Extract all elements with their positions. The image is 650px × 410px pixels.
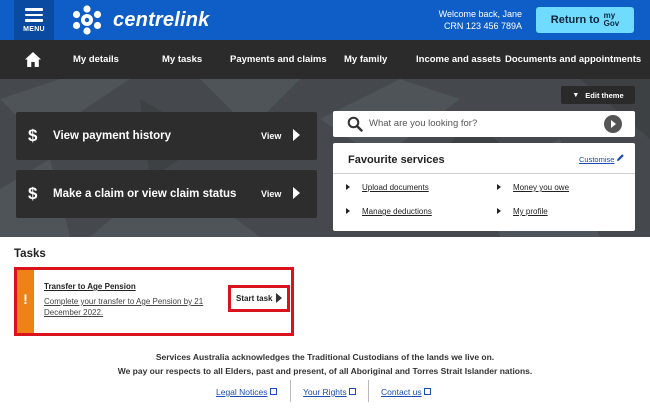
acknowledgement-of-country: Services Australia acknowledges the Trad… (0, 350, 650, 378)
external-link-icon (348, 388, 356, 395)
nav-income-and-assets[interactable]: Income and assets (416, 40, 501, 79)
fav-link-my-profile[interactable]: My profile (513, 207, 548, 216)
ack-line-2: We pay our respects to all Elders, past … (117, 366, 533, 376)
centrelink-star-logo-icon (72, 5, 102, 35)
nav-payments-and-claims[interactable]: Payments and claims (230, 40, 327, 79)
view-link[interactable]: View (261, 189, 281, 199)
view-link[interactable]: View (261, 131, 281, 141)
dollar-icon: $ (28, 184, 38, 203)
ack-line-1: Services Australia acknowledges the Trad… (155, 352, 495, 362)
nav-documents-and-appointments[interactable]: Documents and appointments (505, 40, 641, 79)
home-icon[interactable] (24, 51, 42, 68)
arrow-right-icon (293, 187, 300, 199)
arrow-right-icon (276, 293, 282, 303)
footer-divider (290, 380, 291, 402)
hamburger-icon (25, 8, 43, 11)
brand-name[interactable]: centrelink (113, 9, 209, 32)
external-link-icon (269, 388, 277, 395)
bullet-icon (346, 184, 350, 190)
welcome-text: Welcome back, Jane CRN 123 456 789A (439, 8, 522, 32)
task-status-stripe: ! (17, 270, 34, 333)
welcome-line: Welcome back, Jane (438, 9, 522, 19)
start-task-label: Start task (236, 294, 273, 303)
bullet-icon (497, 184, 501, 190)
external-link-icon (423, 388, 431, 395)
footer-link-contact-us[interactable]: Contact us (381, 387, 431, 397)
favourite-services-panel: Favourite services Customise Upload docu… (333, 143, 635, 231)
edit-theme-label: Edit theme (585, 90, 624, 100)
task-description[interactable]: Complete your transfer to Age Pension by… (44, 296, 204, 318)
mygov-logo-icon: my Gov (603, 11, 620, 28)
return-label: Return to (550, 14, 600, 26)
footer-link-your-rights[interactable]: Your Rights (303, 387, 356, 397)
search-input[interactable]: What are you looking for? (333, 111, 635, 137)
alert-icon: ! (23, 291, 28, 307)
fav-link-manage-deductions[interactable]: Manage deductions (362, 207, 432, 216)
divider (333, 173, 635, 174)
main-nav: My details My tasks Payments and claims … (0, 40, 650, 79)
bullet-icon (346, 208, 350, 214)
nav-my-tasks[interactable]: My tasks (162, 40, 202, 79)
fav-link-money-you-owe[interactable]: Money you owe (513, 183, 569, 192)
action-label: View payment history (53, 130, 172, 142)
menu-button[interactable]: MENU (14, 0, 54, 40)
return-to-mygov-button[interactable]: Return to my Gov (536, 7, 634, 33)
menu-label: MENU (23, 26, 45, 34)
arrow-right-icon (293, 129, 300, 141)
chevron-down-icon: ▼ (572, 91, 580, 99)
search-placeholder: What are you looking for? (369, 118, 478, 129)
bullet-icon (497, 208, 501, 214)
customise-link[interactable]: Customise (579, 155, 614, 164)
nav-my-details[interactable]: My details (73, 40, 119, 79)
dollar-icon: $ (28, 126, 38, 145)
pencil-icon[interactable] (616, 153, 625, 162)
start-task-button[interactable]: Start task (228, 285, 290, 312)
task-title[interactable]: Transfer to Age Pension (44, 282, 136, 291)
edit-theme-button[interactable]: ▼ Edit theme (561, 86, 635, 104)
fav-link-upload-documents[interactable]: Upload documents (362, 183, 429, 192)
action-label: Make a claim or view claim status (53, 188, 237, 200)
footer-link-legal-notices[interactable]: Legal Notices (216, 387, 277, 397)
crn-line: CRN 123 456 789A (443, 21, 522, 31)
search-submit-icon[interactable] (604, 115, 622, 133)
search-icon (347, 116, 363, 132)
make-a-claim-card[interactable]: $ Make a claim or view claim status View (16, 170, 317, 218)
favourites-title: Favourite services (348, 154, 445, 166)
tasks-heading: Tasks (14, 248, 46, 260)
nav-my-family[interactable]: My family (344, 40, 387, 79)
view-payment-history-card[interactable]: $ View payment history View (16, 112, 317, 160)
footer-links: Legal Notices Your Rights Contact us (0, 380, 650, 404)
task-card: ! Transfer to Age Pension Complete your … (14, 267, 294, 336)
top-header: MENU centrelink Welcome back, Jane CRN 1… (0, 0, 650, 40)
footer-divider (368, 380, 369, 402)
